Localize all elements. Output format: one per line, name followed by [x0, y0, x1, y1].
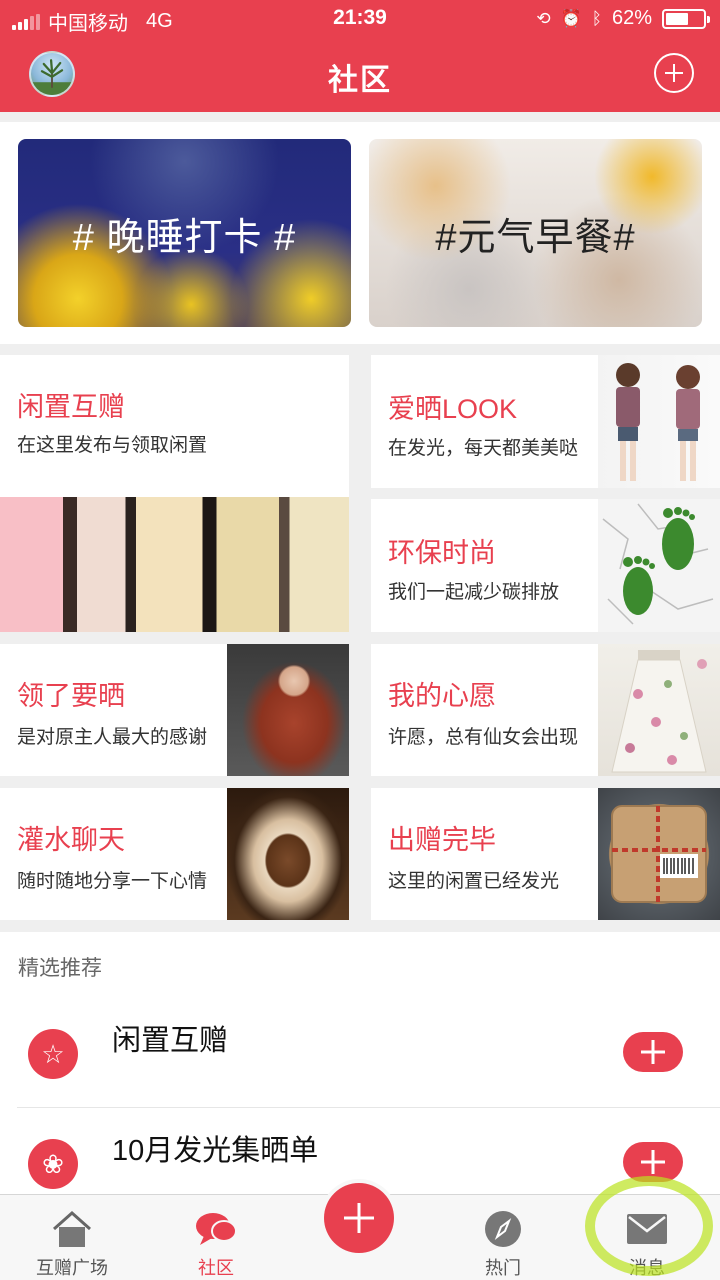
featured-item-name: 闲置互赠 [112, 1025, 229, 1057]
card-wish[interactable]: 我的心愿 许愿，总有仙女会出现 [371, 644, 720, 776]
status-bar: 中国移动 4G 21:39 ⟲ ⏰ ᛒ 62% [0, 0, 720, 38]
section-title: 精选推荐 [18, 957, 102, 980]
page-title: 社区 [328, 64, 392, 97]
tab-label: 消息 [629, 1258, 665, 1278]
add-post-button[interactable] [654, 53, 694, 93]
battery-icon [662, 8, 710, 29]
featured-item-name: 10月发光集晒单 [112, 1135, 319, 1167]
featured-item[interactable]: ☆ 闲置互赠 [0, 1002, 720, 1112]
status-right: ⟲ ⏰ ᛒ 62% [536, 7, 710, 30]
footprint-image [598, 499, 720, 632]
tab-label: 互赠广场 [36, 1258, 108, 1278]
top-header: 中国移动 4G 21:39 ⟲ ⏰ ᛒ 62% 社区 [0, 0, 720, 112]
tab-gift-plaza[interactable]: 互赠广场 [18, 1195, 126, 1280]
mail-icon [626, 1209, 668, 1250]
card-look[interactable]: 爱晒LOOK 在发光，每天都美美哒 [371, 355, 720, 488]
package-image [598, 788, 720, 920]
tab-label: 社区 [198, 1258, 234, 1278]
tab-messages[interactable]: 消息 [607, 1195, 687, 1280]
card-title: 灌水聊天 [17, 825, 125, 855]
coffee-image [227, 788, 349, 920]
card-subtitle: 许愿，总有仙女会出现 [388, 727, 579, 748]
tab-bar: 互赠广场 社区 热门 消息 [0, 1183, 720, 1280]
compass-icon [483, 1209, 523, 1254]
featured-section: 精选推荐 ☆ 闲置互赠 ❀ 10月发光集晒单 [0, 932, 720, 1194]
chat-icon [194, 1209, 238, 1254]
battery-percent: 62% [611, 7, 652, 29]
banner-section: # 晚睡打卡 # #元气早餐# [0, 122, 720, 344]
card-subtitle: 我们一起减少碳排放 [388, 582, 560, 603]
card-subtitle: 随时随地分享一下心情 [17, 871, 208, 892]
publish-button[interactable] [324, 1183, 394, 1253]
card-subtitle: 在发光，每天都美美哒 [388, 438, 579, 459]
card-show-received[interactable]: 领了要晒 是对原主人最大的感谢 [0, 644, 349, 776]
card-title: 出赠完毕 [388, 825, 496, 855]
sweater-image [227, 644, 349, 776]
fashion-image [598, 355, 720, 488]
card-subtitle: 在这里发布与领取闲置 [17, 435, 208, 456]
flower-icon: ❀ [28, 1139, 78, 1189]
tab-community[interactable]: 社区 [176, 1195, 256, 1280]
card-title: 闲置互赠 [17, 392, 125, 422]
rotation-lock-icon: ⟲ [536, 8, 551, 28]
card-title: 我的心愿 [388, 681, 496, 711]
skirt-image [598, 644, 720, 776]
divider [17, 1107, 720, 1108]
alarm-icon: ⏰ [560, 8, 582, 28]
card-subtitle: 是对原主人最大的感谢 [17, 727, 208, 748]
home-icon [51, 1209, 93, 1254]
join-button[interactable] [623, 1032, 683, 1072]
banner-late-sleep[interactable]: # 晚睡打卡 # [18, 139, 351, 327]
tab-label: 热门 [485, 1258, 521, 1278]
card-title: 环保时尚 [388, 538, 496, 568]
tab-hot[interactable]: 热门 [463, 1195, 543, 1280]
join-button[interactable] [623, 1142, 683, 1182]
card-idle-gift[interactable]: 闲置互赠 在这里发布与领取闲置 [0, 355, 349, 632]
card-subtitle: 这里的闲置已经发光 [388, 871, 560, 892]
banner-text: #元气早餐# [435, 216, 636, 259]
card-eco-fashion[interactable]: 环保时尚 我们一起减少碳排放 [371, 499, 720, 632]
star-icon: ☆ [28, 1029, 78, 1079]
card-title: 爱晒LOOK [388, 394, 518, 424]
bluetooth-icon: ᛒ [591, 8, 602, 28]
card-chat[interactable]: 灌水聊天 随时随地分享一下心情 [0, 788, 349, 920]
clothes-image [0, 497, 349, 632]
card-title: 领了要晒 [17, 681, 125, 711]
banner-text: # 晚睡打卡 # [72, 216, 297, 259]
banner-breakfast[interactable]: #元气早餐# [369, 139, 702, 327]
card-completed[interactable]: 出赠完毕 这里的闲置已经发光 [371, 788, 720, 920]
